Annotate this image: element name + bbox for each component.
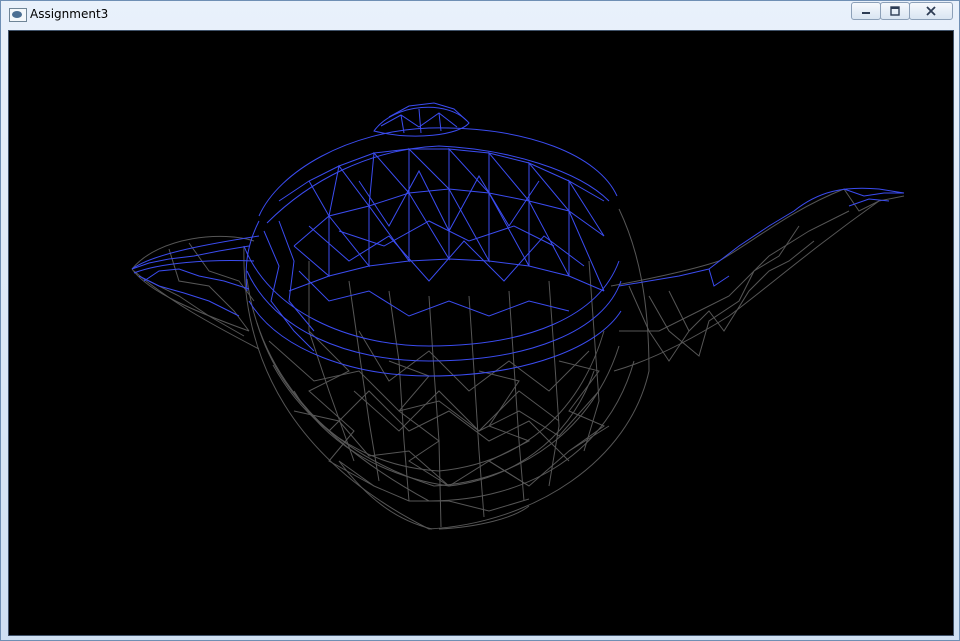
- window-controls: [851, 2, 953, 20]
- app-icon[interactable]: [9, 8, 27, 22]
- maximize-button[interactable]: [880, 2, 910, 20]
- teapot-wireframe: [9, 31, 953, 635]
- close-icon: [926, 6, 936, 16]
- close-button[interactable]: [909, 2, 953, 20]
- app-window: Assignment3: [0, 0, 960, 641]
- minimize-button[interactable]: [851, 2, 881, 20]
- window-title: Assignment3: [30, 7, 109, 21]
- maximize-icon: [890, 6, 900, 16]
- render-canvas[interactable]: [8, 30, 954, 636]
- title-bar[interactable]: Assignment3: [1, 1, 959, 29]
- minimize-icon: [862, 12, 870, 14]
